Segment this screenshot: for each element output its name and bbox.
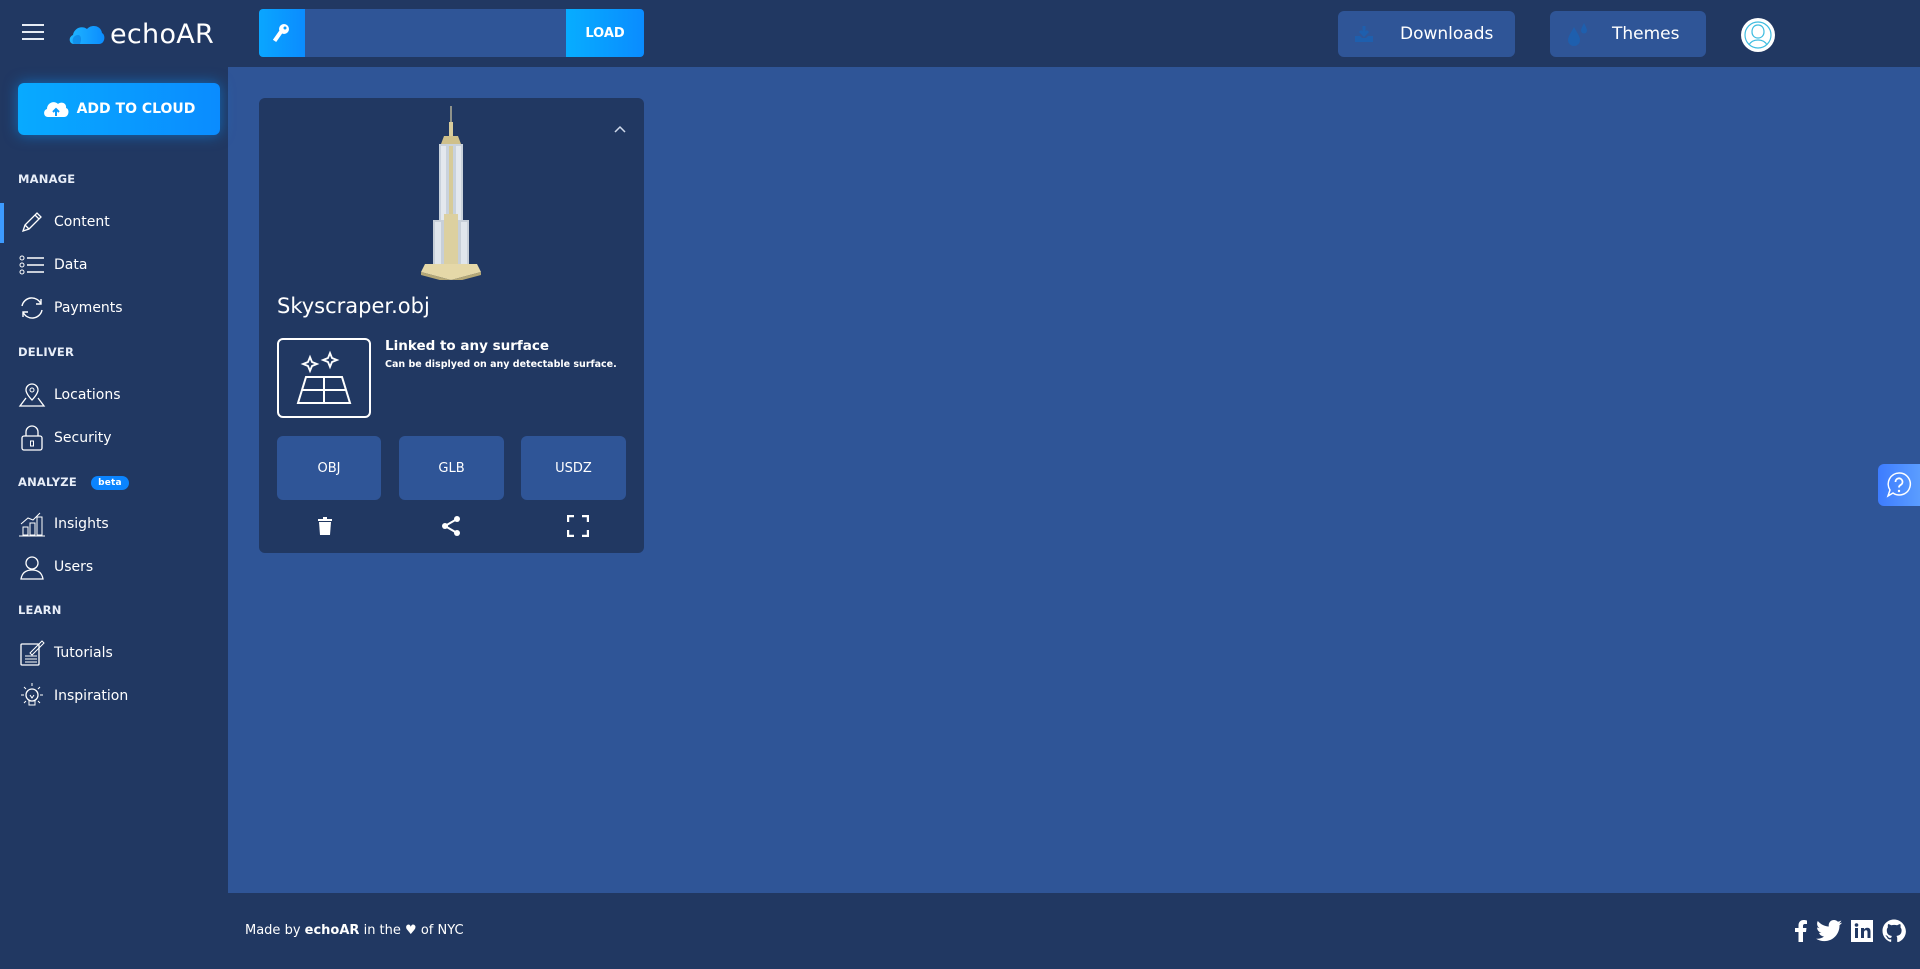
top-bar: echoAR LOAD Downloads Themes: [0, 0, 1920, 67]
user-avatar[interactable]: [1741, 18, 1775, 52]
share-icon[interactable]: [439, 514, 463, 538]
logo-text: echoAR: [110, 18, 215, 50]
beta-badge: beta: [91, 475, 129, 490]
section-learn: LEARN: [18, 603, 62, 617]
surface-type-button[interactable]: [277, 338, 371, 418]
sidebar-item-users[interactable]: Users: [0, 547, 228, 587]
sidebar-item-inspiration[interactable]: Inspiration: [0, 676, 228, 716]
sidebar-item-locations[interactable]: Locations: [0, 375, 228, 415]
sidebar-item-tutorials[interactable]: Tutorials: [0, 633, 228, 673]
surface-title: Linked to any surface: [385, 338, 550, 354]
list-icon: [18, 251, 46, 279]
linkedin-icon[interactable]: [1851, 920, 1873, 942]
surface-description: Can be displyed on any detectable surfac…: [385, 359, 617, 370]
social-links: [1795, 919, 1906, 943]
sidebar-item-security[interactable]: Security: [0, 418, 228, 458]
user-icon: [18, 553, 46, 581]
section-manage: MANAGE: [18, 172, 76, 186]
section-analyze: ANALYZE beta: [18, 475, 129, 490]
sidebar-item-payments[interactable]: Payments: [0, 288, 228, 328]
sidebar: ADD TO CLOUD MANAGE Content Data Payment…: [0, 67, 228, 969]
user-profile-icon: [1744, 21, 1772, 49]
downloads-label: Downloads: [1400, 24, 1494, 44]
api-key-input[interactable]: [305, 9, 566, 57]
model-preview-image[interactable]: [411, 102, 491, 280]
pencil-icon: [18, 208, 46, 236]
trash-icon[interactable]: [313, 514, 337, 538]
format-glb-button[interactable]: GLB: [399, 436, 504, 500]
footer: Made by echoAR in the ♥ of NYC: [228, 893, 1920, 969]
lightbulb-icon: [18, 682, 46, 710]
sidebar-item-insights[interactable]: Insights: [0, 504, 228, 544]
refresh-icon: [18, 294, 46, 322]
key-icon: [259, 9, 305, 57]
sidebar-item-data[interactable]: Data: [0, 245, 228, 285]
themes-button[interactable]: Themes: [1550, 11, 1706, 57]
surface-icon: [296, 350, 352, 404]
model-card: Skyscraper.obj Linked to any surface Can…: [259, 98, 644, 553]
download-icon: [1354, 25, 1374, 43]
notebook-icon: [18, 639, 46, 667]
format-usdz-button[interactable]: USDZ: [521, 436, 626, 500]
fullscreen-icon[interactable]: [566, 514, 590, 538]
droplets-icon: [1566, 21, 1590, 47]
twitter-icon[interactable]: [1816, 920, 1842, 942]
section-deliver: DELIVER: [18, 345, 75, 359]
chart-icon: [18, 510, 46, 538]
menu-icon[interactable]: [22, 24, 44, 42]
load-button[interactable]: LOAD: [566, 9, 644, 57]
facebook-icon[interactable]: [1795, 920, 1807, 942]
downloads-button[interactable]: Downloads: [1338, 11, 1515, 57]
add-to-cloud-button[interactable]: ADD TO CLOUD: [18, 83, 220, 135]
cloud-logo-icon: [69, 25, 105, 44]
map-pin-icon: [18, 381, 46, 409]
themes-label: Themes: [1612, 24, 1680, 44]
model-title: Skyscraper.obj: [277, 294, 430, 318]
logo[interactable]: echoAR: [68, 16, 214, 52]
api-key-form: LOAD: [259, 9, 644, 57]
github-icon[interactable]: [1882, 919, 1906, 943]
cloud-upload-icon: [43, 102, 69, 117]
footer-brand: echoAR: [304, 923, 360, 938]
help-button[interactable]: [1878, 464, 1920, 506]
sidebar-item-content[interactable]: Content: [0, 202, 228, 243]
heart-icon: ♥: [405, 923, 417, 938]
chevron-up-icon[interactable]: [614, 118, 626, 137]
lock-icon: [18, 424, 46, 452]
footer-credit: Made by echoAR in the ♥ of NYC: [245, 923, 464, 938]
format-obj-button[interactable]: OBJ: [277, 436, 381, 500]
help-chat-icon: [1886, 472, 1912, 498]
add-to-cloud-label: ADD TO CLOUD: [76, 101, 196, 117]
